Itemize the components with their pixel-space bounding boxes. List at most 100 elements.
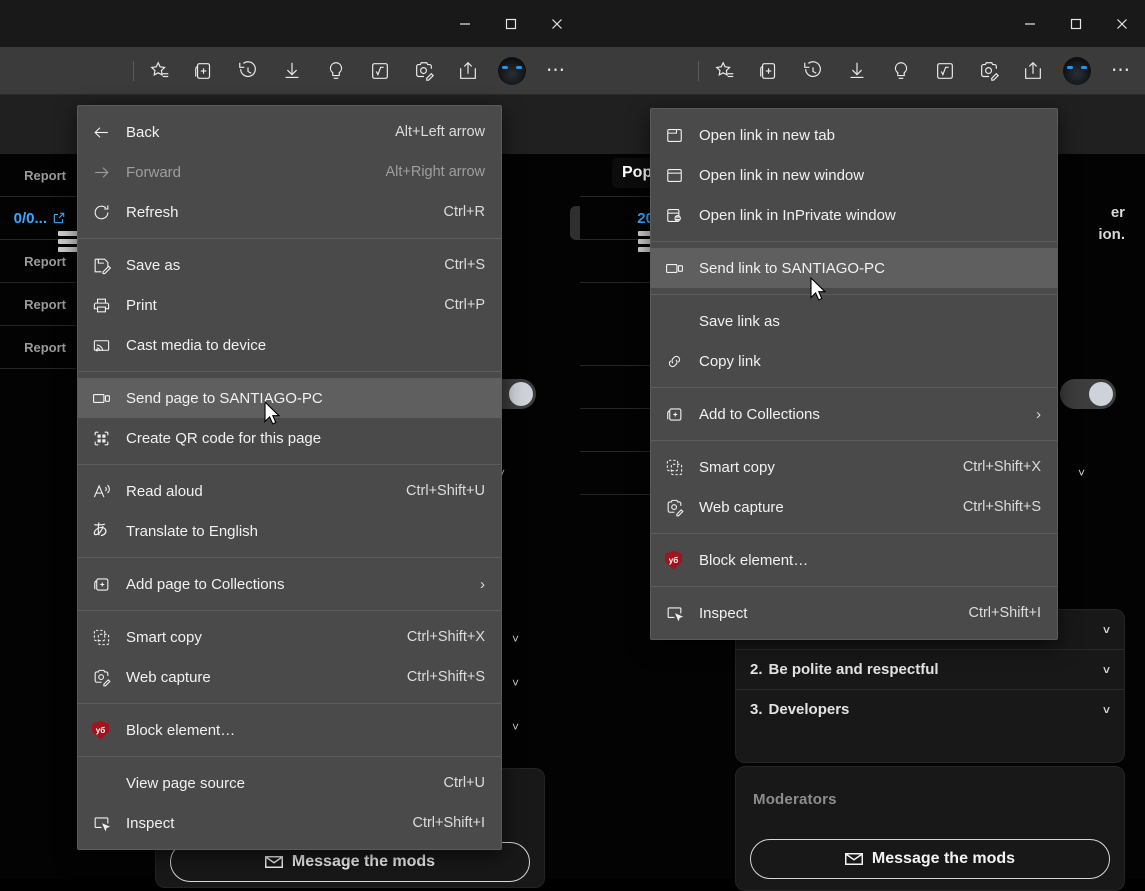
menu-item-send-page-to-device[interactable]: Send page to SANTIAGO-PC xyxy=(78,378,501,418)
downloads-icon[interactable] xyxy=(839,55,875,87)
menu-item-cast-media-to-device[interactable]: Cast media to device xyxy=(78,325,501,365)
shield-glyph: уб xyxy=(92,721,109,740)
downloads-icon[interactable] xyxy=(274,55,310,87)
web-capture-icon[interactable] xyxy=(971,55,1007,87)
chevron-down-icon-card-left-4[interactable]: ˅ xyxy=(512,720,519,734)
menu-separator xyxy=(78,464,501,465)
rule-row[interactable]: 2.Be polite and respectful ˅ xyxy=(736,649,1124,689)
smart-copy-icon xyxy=(92,628,126,647)
message-the-mods-button-right[interactable]: Message the mods xyxy=(750,839,1110,879)
menu-item-smart-copy[interactable]: Smart copy Ctrl+Shift+X xyxy=(78,617,501,657)
menu-separator xyxy=(651,241,1057,242)
ellipsis-glyph: ⋯ xyxy=(546,61,566,80)
menu-item-print[interactable]: Print Ctrl+P xyxy=(78,285,501,325)
menu-item-label: Add to Collections xyxy=(699,406,1008,423)
new-tab-icon xyxy=(665,126,699,145)
menu-item-inspect[interactable]: Inspect Ctrl+Shift+I xyxy=(651,593,1057,633)
report-row-left-3[interactable]: Report xyxy=(0,283,76,326)
menu-item-label: Open link in InPrivate window xyxy=(699,207,1013,224)
menu-item-translate-to-english[interactable]: あ Translate to English xyxy=(78,511,501,551)
close-button-right[interactable] xyxy=(1099,0,1145,47)
menu-item-view-page-source[interactable]: View page source Ctrl+U xyxy=(78,763,501,803)
refresh-icon xyxy=(92,203,126,222)
window-controls-left xyxy=(442,0,580,47)
profile-avatar[interactable] xyxy=(1059,55,1095,87)
menu-item-save-as[interactable]: Save as Ctrl+S xyxy=(78,245,501,285)
favorites-icon[interactable] xyxy=(142,55,178,87)
share-icon[interactable] xyxy=(450,55,486,87)
menu-item-copy-link[interactable]: Copy link xyxy=(651,341,1057,381)
menu-item-open-link-in-new-window[interactable]: Open link in new window xyxy=(651,155,1057,195)
menu-item-accelerator: Ctrl+Shift+X xyxy=(407,629,485,645)
menu-item-add-to-collections[interactable]: Add to Collections › xyxy=(651,394,1057,434)
menu-item-block-element[interactable]: уб Block element… xyxy=(78,710,501,750)
chevron-down-icon-card-left-2[interactable]: ˅ xyxy=(512,632,519,646)
report-row-left-1[interactable]: Report xyxy=(0,154,76,197)
minimize-button-right[interactable] xyxy=(1007,0,1053,47)
menu-item-inspect[interactable]: Inspect Ctrl+Shift+I xyxy=(78,803,501,843)
menu-separator xyxy=(651,533,1057,534)
profile-avatar[interactable] xyxy=(494,55,530,87)
mouse-cursor-right xyxy=(810,277,828,308)
toggle-switch-right[interactable] xyxy=(1060,379,1116,409)
menu-item-web-capture[interactable]: Web capture Ctrl+Shift+S xyxy=(78,657,501,697)
web-capture-icon[interactable] xyxy=(406,55,442,87)
rule-number: 2. xyxy=(750,661,763,678)
tips-icon[interactable] xyxy=(318,55,354,87)
maximize-button-left[interactable] xyxy=(488,0,534,47)
chevron-down-icon[interactable]: ˅ xyxy=(1103,663,1110,677)
menu-item-read-aloud[interactable]: Read aloud Ctrl+Shift+U xyxy=(78,471,501,511)
menu-item-open-link-in-inprivate-window[interactable]: Open link in InPrivate window xyxy=(651,195,1057,235)
save-icon xyxy=(92,256,126,275)
collections-icon[interactable] xyxy=(751,55,787,87)
minimize-button-left[interactable] xyxy=(442,0,488,47)
menu-item-smart-copy[interactable]: Smart copy Ctrl+Shift+X xyxy=(651,447,1057,487)
menu-item-send-link-to-device[interactable]: Send link to SANTIAGO-PC xyxy=(651,248,1057,288)
menu-item-refresh[interactable]: Refresh Ctrl+R xyxy=(78,192,501,232)
menu-item-add-page-to-collections[interactable]: Add page to Collections › xyxy=(78,564,501,604)
moderators-title: Moderators xyxy=(753,791,837,808)
menu-item-label: Create QR code for this page xyxy=(126,430,457,447)
menu-item-save-link-as[interactable]: Save link as xyxy=(651,301,1057,341)
favorites-icon[interactable] xyxy=(707,55,743,87)
history-icon[interactable] xyxy=(230,55,266,87)
maximize-button-right[interactable] xyxy=(1053,0,1099,47)
menu-item-accelerator: Ctrl+R xyxy=(444,204,486,220)
menu-item-web-capture[interactable]: Web capture Ctrl+Shift+S xyxy=(651,487,1057,527)
chevron-down-icon-card-right-1[interactable]: ˅ xyxy=(1078,466,1085,480)
more-options-icon[interactable]: ⋯ xyxy=(538,55,574,87)
menu-item-block-element[interactable]: уб Block element… xyxy=(651,540,1057,580)
envelope-icon xyxy=(265,855,283,869)
menu-item-open-link-in-new-tab[interactable]: Open link in new tab xyxy=(651,115,1057,155)
menu-item-back[interactable]: Back Alt+Left arrow xyxy=(78,112,501,152)
more-options-icon[interactable]: ⋯ xyxy=(1103,55,1139,87)
menu-item-accelerator: Ctrl+U xyxy=(444,775,486,791)
menu-item-accelerator: Ctrl+Shift+S xyxy=(963,499,1041,515)
menu-separator xyxy=(651,387,1057,388)
menu-separator xyxy=(78,756,501,757)
collections-icon[interactable] xyxy=(186,55,222,87)
menu-item-label: Refresh xyxy=(126,204,416,221)
chevron-down-icon[interactable]: ˅ xyxy=(1103,623,1110,637)
page-context-menu[interactable]: Back Alt+Left arrow Forward Alt+Right ar… xyxy=(77,105,502,850)
rule-label: Developers xyxy=(769,701,850,718)
chevron-down-icon-card-left-3[interactable]: ˅ xyxy=(512,676,519,690)
arrow-right-icon xyxy=(92,163,126,182)
tips-icon[interactable] xyxy=(883,55,919,87)
close-button-left[interactable] xyxy=(534,0,580,47)
menu-item-label: Open link in new window xyxy=(699,167,1013,184)
inprivate-icon xyxy=(665,206,699,225)
chevron-down-icon[interactable]: ˅ xyxy=(1103,703,1110,717)
math-solver-icon[interactable] xyxy=(927,55,963,87)
rule-row[interactable]: 3.Developers ˅ xyxy=(736,689,1124,729)
report-row-left-4[interactable]: Report xyxy=(0,326,76,369)
menu-item-accelerator: Ctrl+Shift+S xyxy=(407,669,485,685)
menu-separator xyxy=(78,557,501,558)
menu-separator xyxy=(78,703,501,704)
math-solver-icon[interactable] xyxy=(362,55,398,87)
menu-item-create-qr-code[interactable]: Create QR code for this page xyxy=(78,418,501,458)
link-context-menu[interactable]: Open link in new tab Open link in new wi… xyxy=(650,108,1058,640)
history-icon[interactable] xyxy=(795,55,831,87)
device-icon xyxy=(665,259,699,278)
share-icon[interactable] xyxy=(1015,55,1051,87)
